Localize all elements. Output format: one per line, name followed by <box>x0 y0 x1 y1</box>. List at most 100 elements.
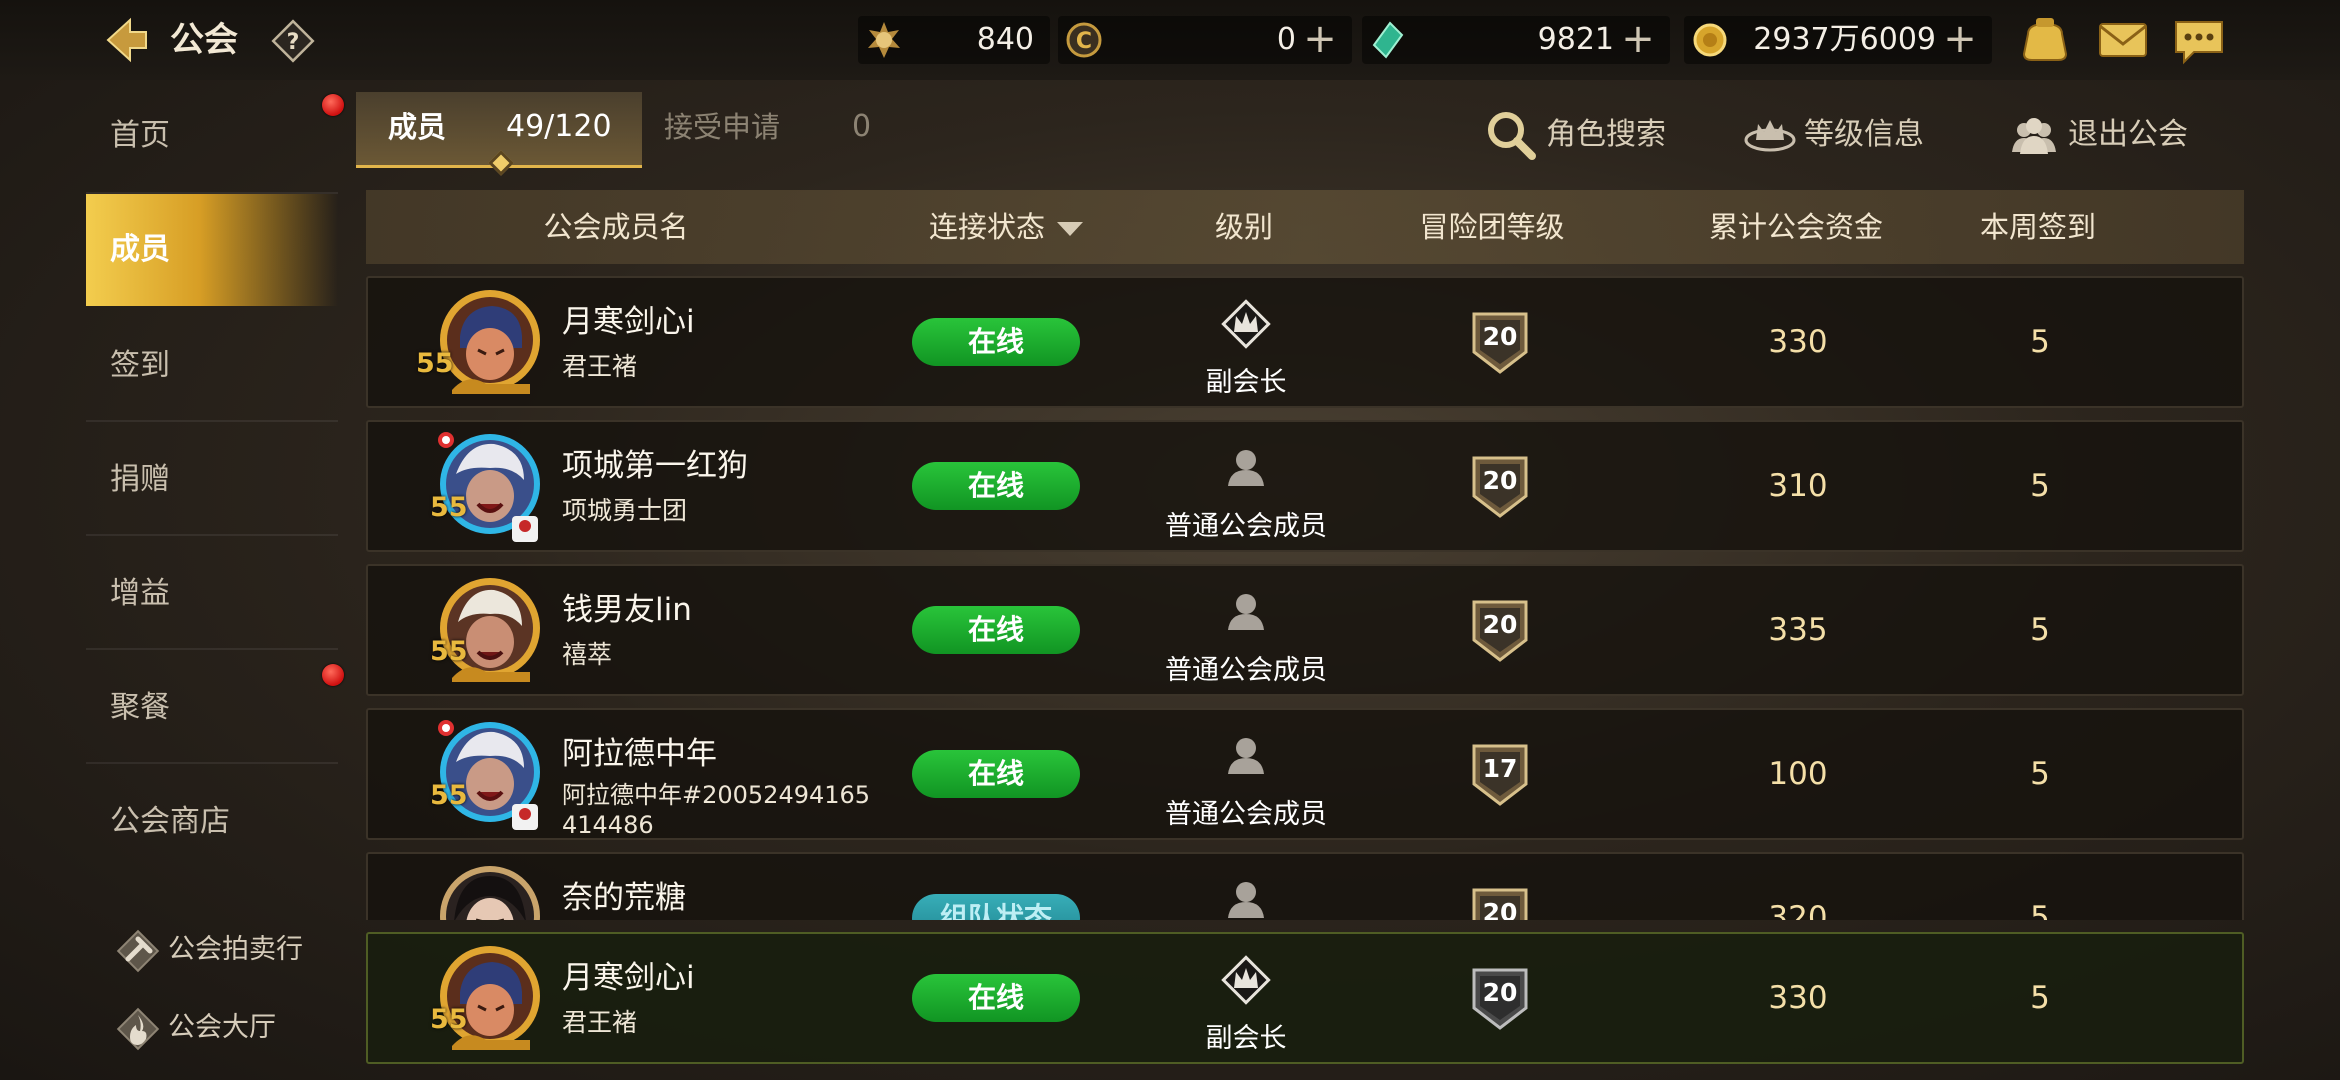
table-row[interactable]: 奈的荒糖 组队状态 20 320 5 <box>366 852 2244 920</box>
svg-text:?: ? <box>287 30 300 55</box>
sidebar-item-home[interactable]: 首页 <box>86 80 338 194</box>
guild-hall-link[interactable]: 公会大厅 <box>112 998 276 1058</box>
table-row[interactable]: 55 项城第一红狗 项城勇士团 在线 普通公会成员 20 310 5 <box>366 420 2244 552</box>
notification-badge <box>322 664 344 686</box>
help-icon[interactable]: ? <box>270 18 316 64</box>
table-row[interactable]: 55 阿拉德中年 阿拉德中年#20052494165 414486 在线 普通公… <box>366 708 2244 840</box>
status-badge: 在线 <box>912 318 1080 366</box>
status-badge: 在线 <box>912 462 1080 510</box>
weekly-signin: 5 <box>2030 980 2050 1016</box>
status-badge: 在线 <box>912 750 1080 798</box>
crown-icon <box>1744 119 1796 151</box>
group-icon <box>2012 117 2056 154</box>
member-person-icon <box>1228 738 1264 774</box>
sidebar-item-label: 公会商店 <box>110 804 230 839</box>
currency-medal: 840 <box>858 16 1050 64</box>
member-count: 49/120 <box>506 109 612 144</box>
vice-leader-crown-icon <box>1221 299 1271 349</box>
currency-gold: 2937万6009 + <box>1684 16 1992 64</box>
column-header-status[interactable]: 连接状态 <box>906 190 1106 264</box>
player-level: 55 <box>416 348 454 379</box>
member-rank: 副会长 <box>1205 367 1287 398</box>
member-person-icon <box>1228 450 1264 486</box>
top-bar: 公会 ? 840 C 0 + 9821 + 2937万6009 + <box>0 0 2340 80</box>
page-title: 公会 <box>170 20 238 60</box>
column-header-name[interactable]: 公会成员名 <box>496 190 736 264</box>
status-badge: 组队状态 <box>912 894 1080 920</box>
sidebar-item-members[interactable]: 成员 <box>86 194 338 306</box>
member-rank: 副会长 <box>1205 1023 1287 1054</box>
adventure-level-badge: 20 <box>1466 884 1534 920</box>
member-name: 钱男友lin <box>562 592 692 628</box>
player-level: 55 <box>430 1004 468 1035</box>
player-avatar <box>438 432 540 542</box>
guild-funds: 335 <box>1768 612 1828 648</box>
player-avatar <box>438 720 540 830</box>
weekly-signin: 5 <box>2030 468 2050 504</box>
sidebar-item-label: 首页 <box>110 118 170 153</box>
tab-applications[interactable]: 接受申请 0 <box>648 92 888 162</box>
member-name: 月寒剑心i <box>562 304 695 340</box>
svg-text:C: C <box>1076 29 1092 54</box>
player-avatar <box>440 866 540 920</box>
member-rank: 普通公会成员 <box>1165 511 1327 542</box>
member-team: 君王褚 <box>562 352 638 381</box>
adventure-level-badge: 17 <box>1466 740 1534 808</box>
member-list[interactable]: 55 月寒剑心i 君王褚 在线 副会长 20 330 5 55 项城第一红狗 项… <box>366 274 2244 920</box>
member-person-icon <box>1228 594 1264 630</box>
player-avatar <box>440 946 540 1050</box>
member-team: 阿拉德中年#20052494165 414486 <box>562 781 871 839</box>
currency-crystal: 9821 + <box>1362 16 1670 64</box>
member-name: 项城第一红狗 <box>562 448 748 484</box>
weekly-signin: 5 <box>2030 612 2050 648</box>
notification-badge <box>322 94 344 116</box>
guild-funds: 330 <box>1768 980 1828 1016</box>
sidebar-item-signin[interactable]: 签到 <box>86 310 338 422</box>
adventure-level-badge: 20 <box>1466 596 1534 664</box>
member-name: 月寒剑心i <box>562 960 695 996</box>
table-header: 公会成员名 连接状态 级别 冒险团等级 累计公会资金 本周签到 <box>366 190 2244 264</box>
table-row[interactable]: 55 钱男友lin 禧萃 在线 普通公会成员 20 335 5 <box>366 564 2244 696</box>
guild-funds: 320 <box>1768 900 1828 920</box>
guild-funds: 100 <box>1768 756 1828 792</box>
column-header-funds[interactable]: 累计公会资金 <box>1666 190 1926 264</box>
chat-icon[interactable] <box>2172 14 2226 66</box>
hammer-icon <box>116 929 160 972</box>
back-arrow-icon[interactable] <box>100 16 152 64</box>
application-count: 0 <box>852 109 872 144</box>
sidebar-item-buff[interactable]: 增益 <box>86 538 338 650</box>
add-c-coin-button[interactable]: + <box>1300 19 1340 60</box>
my-member-row: 55 月寒剑心i 君王褚 在线 副会长 20 330 5 <box>366 932 2244 1064</box>
mail-icon[interactable] <box>2096 14 2150 66</box>
player-level: 55 <box>430 780 468 811</box>
add-gold-button[interactable]: + <box>1940 19 1980 60</box>
column-header-signin[interactable]: 本周签到 <box>1948 190 2128 264</box>
member-team: 君王褚 <box>562 1008 638 1037</box>
guild-funds: 330 <box>1768 324 1828 360</box>
level-info-button[interactable]: 等级信息 <box>1742 106 1924 164</box>
table-row[interactable]: 55 月寒剑心i 君王褚 在线 副会长 20 330 5 <box>366 276 2244 408</box>
flame-icon <box>116 1007 160 1050</box>
column-header-rank[interactable]: 级别 <box>1144 190 1344 264</box>
role-search-button[interactable]: 角色搜索 <box>1484 106 1666 164</box>
member-name: 奈的荒糖 <box>562 880 686 916</box>
member-rank: 普通公会成员 <box>1165 799 1327 830</box>
add-crystal-button[interactable]: + <box>1618 19 1658 60</box>
member-person-icon <box>1228 882 1264 918</box>
table-row-self[interactable]: 55 月寒剑心i 君王褚 在线 副会长 20 330 5 <box>366 932 2244 1064</box>
column-header-adventure-level[interactable]: 冒险团等级 <box>1382 190 1602 264</box>
bag-icon[interactable] <box>2018 14 2072 66</box>
leave-guild-button[interactable]: 退出公会 <box>2006 106 2188 164</box>
guild-auction-link[interactable]: 公会拍卖行 <box>112 920 303 980</box>
gold-coin-icon <box>1693 23 1727 57</box>
sort-down-icon <box>1057 222 1083 236</box>
crystal-icon <box>1372 21 1404 59</box>
sidebar-item-dinner[interactable]: 聚餐 <box>86 652 338 764</box>
sidebar-item-label: 捐赠 <box>110 462 170 497</box>
sidebar-item-shop[interactable]: 公会商店 <box>86 766 338 878</box>
player-avatar <box>440 290 540 394</box>
tab-members[interactable]: 成员 49/120 <box>356 92 642 176</box>
search-icon <box>1488 111 1536 160</box>
player-level: 55 <box>430 636 468 667</box>
sidebar-item-donate[interactable]: 捐赠 <box>86 424 338 536</box>
